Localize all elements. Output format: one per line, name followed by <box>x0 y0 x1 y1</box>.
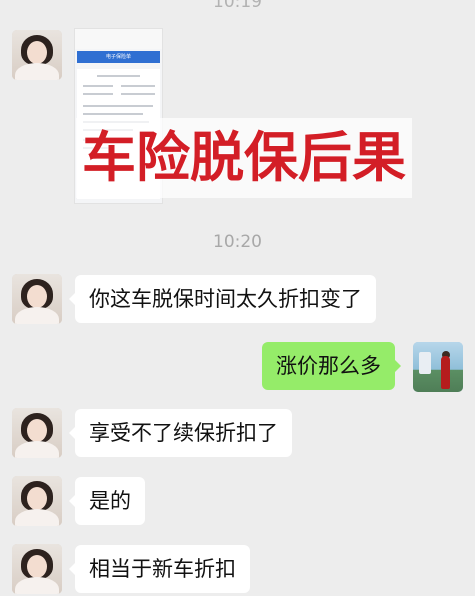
self-avatar[interactable] <box>413 342 463 392</box>
message-bubble[interactable]: 你这车脱保时间太久折扣变了 <box>69 275 376 323</box>
message-bubble-self[interactable]: 涨价那么多 <box>262 342 401 390</box>
image-message-header: 电子保险单 <box>77 51 160 63</box>
contact-avatar[interactable] <box>12 476 62 526</box>
chat-timestamp: 10:20 <box>213 232 262 252</box>
contact-avatar[interactable] <box>12 30 62 80</box>
contact-avatar[interactable] <box>12 408 62 458</box>
message-bubble[interactable]: 享受不了续保折扣了 <box>69 409 292 457</box>
top-timestamp: 10:19 <box>213 0 262 12</box>
contact-avatar[interactable] <box>12 544 62 594</box>
overlay-title: 车险脱保后果 <box>76 118 412 198</box>
contact-avatar[interactable] <box>12 274 62 324</box>
message-bubble[interactable]: 相当于新车折扣 <box>69 545 250 593</box>
message-bubble[interactable]: 是的 <box>69 477 145 525</box>
